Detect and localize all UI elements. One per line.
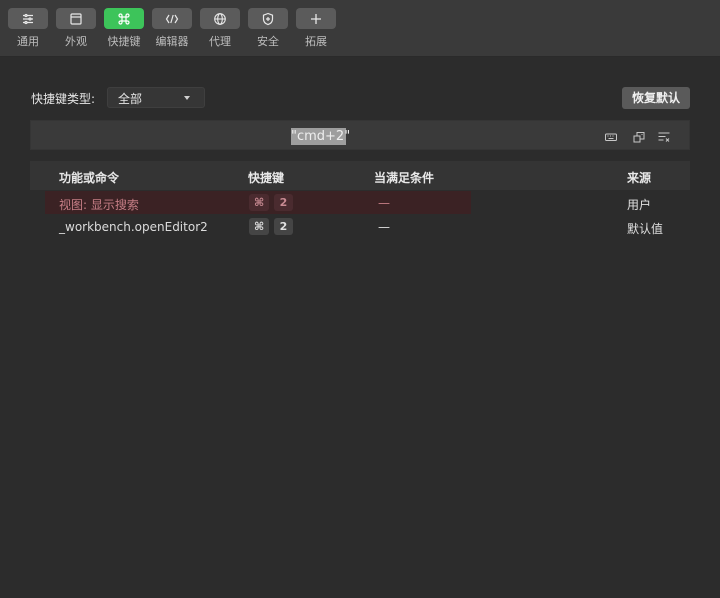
command-icon [118, 12, 130, 25]
column-header-when[interactable]: 当满足条件 [374, 169, 434, 186]
column-header-keybinding[interactable]: 快捷键 [248, 169, 284, 186]
command-cell: 视图: 显示搜索 [59, 198, 139, 212]
shortcut-type-select[interactable]: 全部 [107, 87, 205, 108]
tab-extensions-label: 拓展 [305, 35, 327, 48]
clear-filter-icon[interactable] [657, 129, 671, 143]
tab-editor-label: 编辑器 [155, 35, 189, 48]
tab-general-label: 通用 [17, 35, 39, 48]
restore-defaults-button[interactable]: 恢复默认 [622, 87, 690, 109]
tab-general-button[interactable] [8, 8, 48, 29]
key-cap: 2 [274, 218, 293, 235]
keybinding-search-input[interactable]: "cmd+2" [30, 120, 690, 150]
table-row[interactable]: 视图: 显示搜索 ⌘ 2 — 用户 [30, 191, 690, 215]
table-row[interactable]: _workbench.openEditor2 ⌘ 2 — 默认值 [30, 215, 690, 239]
tab-proxy-button[interactable] [200, 8, 240, 29]
when-cell: — [378, 196, 390, 210]
tab-editor-button[interactable] [152, 8, 192, 29]
key-cap: ⌘ [249, 218, 270, 235]
source-cell: 用户 [627, 198, 652, 212]
tab-appearance[interactable]: 外观 [56, 8, 96, 49]
tab-general[interactable]: 通用 [8, 8, 48, 49]
shortcut-type-value: 全部 [118, 92, 143, 106]
chevron-down-icon [184, 96, 190, 100]
tab-appearance-label: 外观 [65, 35, 87, 48]
search-query-text[interactable]: "cmd+2" [291, 128, 350, 145]
keyboard-icon[interactable] [604, 129, 618, 143]
keybindings-table-header: 功能或命令 快捷键 当满足条件 来源 [30, 161, 690, 190]
tab-shortcuts[interactable]: 快捷键 [104, 8, 144, 49]
when-cell: — [378, 220, 390, 234]
tab-editor[interactable]: 编辑器 [152, 8, 192, 49]
shortcut-type-label: 快捷键类型: [31, 92, 96, 106]
source-cell: 默认值 [627, 222, 664, 236]
tab-shortcuts-label: 快捷键 [107, 35, 141, 48]
tab-shortcuts-button[interactable] [104, 8, 144, 29]
column-header-command[interactable]: 功能或命令 [59, 169, 119, 186]
settings-toolbar: 通用 外观 快捷键 编辑器 代理 安全 拓展 [0, 0, 720, 57]
column-header-source[interactable]: 来源 [627, 169, 651, 186]
tab-proxy[interactable]: 代理 [200, 8, 240, 49]
tab-extensions[interactable]: 拓展 [296, 8, 336, 49]
tab-appearance-button[interactable] [56, 8, 96, 29]
list-settings-icon [23, 13, 33, 24]
key-cap: 2 [274, 194, 293, 211]
tab-security-button[interactable] [248, 8, 288, 29]
tab-security-label: 安全 [257, 35, 279, 48]
sort-icon[interactable] [632, 129, 646, 143]
command-cell: _workbench.openEditor2 [59, 220, 208, 234]
shield-icon [262, 12, 274, 25]
window-icon [70, 12, 82, 25]
globe-icon [214, 12, 226, 25]
code-icon [165, 14, 179, 23]
tab-security[interactable]: 安全 [248, 8, 288, 49]
tab-extensions-button[interactable] [296, 8, 336, 29]
tab-proxy-label: 代理 [209, 35, 231, 48]
key-cap: ⌘ [249, 194, 270, 211]
plus-icon [311, 13, 321, 24]
